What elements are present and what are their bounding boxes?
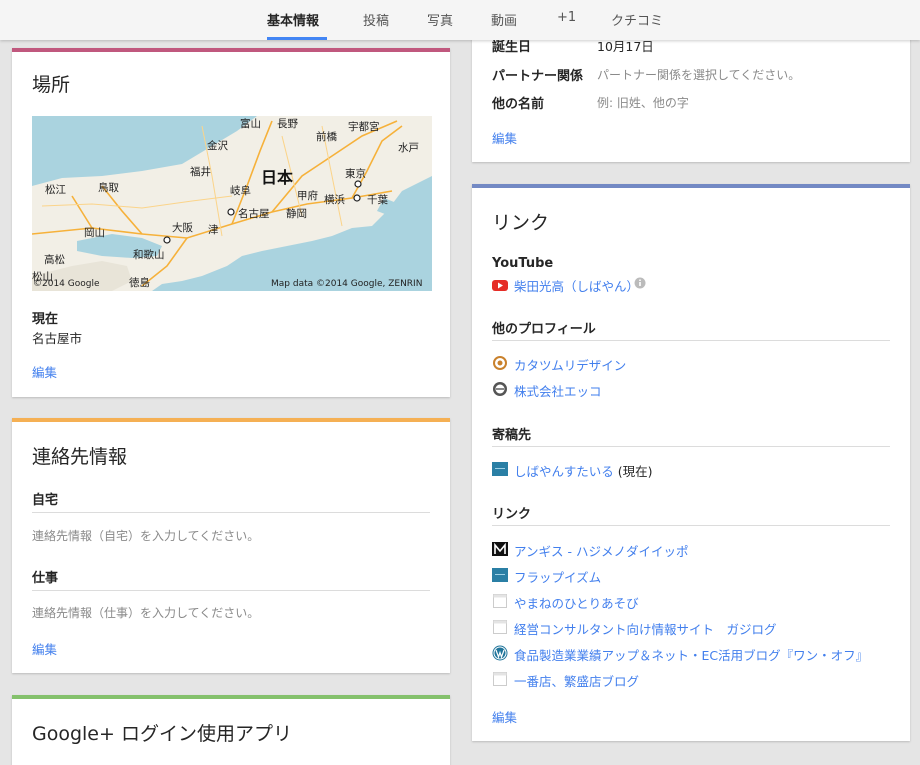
links-edit-link[interactable]: 編集 xyxy=(492,707,517,726)
links-card: リンク YouTube 柴田光高（しばやん） 他のプロフィール カタツムリデザイ… xyxy=(472,184,910,741)
tab-plus-one[interactable]: +1 xyxy=(557,10,576,25)
contributor-link-text[interactable]: しばやんすたいる xyxy=(514,464,614,479)
contact-title: 連絡先情報 xyxy=(32,446,128,468)
map-city: 徳島 xyxy=(129,277,150,289)
map-city: 名古屋 xyxy=(238,208,270,220)
links-title: リンク xyxy=(492,212,550,234)
info-icon[interactable] xyxy=(634,277,650,293)
map-city: 横浜 xyxy=(324,194,345,206)
map-city: 東京 xyxy=(345,168,366,180)
other-profile-link[interactable]: 株式会社エッコ xyxy=(514,381,602,400)
link-item[interactable]: 一番店、繁盛店ブログ xyxy=(514,671,639,690)
apps-card: Google+ ログイン使用アプリ xyxy=(12,695,450,765)
link-item[interactable]: やまねのひとりあそび xyxy=(514,593,639,612)
map-city: 水戸 xyxy=(398,142,419,154)
location-map[interactable]: 富山 長野 前橋 宇都宮 金沢 福井 水戸 東京 松江 鳥取 岐阜 甲府 横浜 … xyxy=(32,116,432,291)
other-profiles-label: 他のプロフィール xyxy=(492,322,596,337)
location-edit-link[interactable]: 編集 xyxy=(32,362,57,381)
contact-edit-link[interactable]: 編集 xyxy=(32,639,57,658)
map-city: 岐阜 xyxy=(230,185,251,197)
map-city: 長野 xyxy=(277,118,298,130)
site-favicon-icon xyxy=(492,568,508,582)
tab-basic-info[interactable]: 基本情報 xyxy=(267,10,319,29)
location-title: 場所 xyxy=(32,74,71,96)
map-city: 岡山 xyxy=(84,227,105,239)
map-city: 和歌山 xyxy=(133,249,165,261)
map-credit-data: Map data ©2014 Google, ZENRIN xyxy=(271,279,423,289)
map-city: 前橋 xyxy=(316,131,337,143)
active-tab-indicator xyxy=(267,37,327,40)
apps-card-bar xyxy=(12,695,450,699)
link-item[interactable]: 食品製造業業績アップ＆ネット・EC活用ブログ『ワン・オフ』 xyxy=(514,645,868,664)
contributor-link[interactable]: しばやんすたいる (現在) xyxy=(514,461,653,480)
current-location-value: 名古屋市 xyxy=(32,331,83,346)
map-city: 津 xyxy=(208,224,219,236)
map-city: 松江 xyxy=(45,184,66,196)
link-item[interactable]: 経営コンサルタント向け情報サイト ガジログ xyxy=(514,619,777,638)
partner-hint: パートナー関係を選択してください。 xyxy=(597,68,801,82)
other-name-label: 他の名前 xyxy=(492,97,545,112)
snail-icon xyxy=(493,356,507,370)
contributor-status: (現在) xyxy=(613,464,653,479)
basic-edit-link[interactable]: 編集 xyxy=(492,128,517,147)
tab-reviews[interactable]: クチコミ xyxy=(611,10,663,29)
map-city: 宇都宮 xyxy=(348,121,380,133)
other-name-hint: 例: 旧姓、他の字 xyxy=(597,96,689,110)
other-profile-link[interactable]: カタツムリデザイン xyxy=(514,355,626,374)
divider xyxy=(492,446,890,447)
apps-title: Google+ ログイン使用アプリ xyxy=(32,723,292,745)
location-card: 場所 富山 長野 前橋 宇都宮 金沢 福井 水戸 東京 松江 鳥取 岐阜 甲府 … xyxy=(12,48,450,397)
home-contact-hint: 連絡先情報（自宅）を入力してください。 xyxy=(32,529,260,543)
angis-favicon-icon xyxy=(492,542,508,556)
page-icon xyxy=(493,620,507,634)
map-city: 千葉 xyxy=(367,194,388,206)
map-city: 富山 xyxy=(240,118,261,130)
ecco-icon xyxy=(493,382,507,396)
map-city: 金沢 xyxy=(207,140,228,152)
wordpress-icon xyxy=(492,645,508,661)
map-city: 高松 xyxy=(44,254,65,266)
map-city: 静岡 xyxy=(286,208,307,220)
contact-card: 連絡先情報 自宅 連絡先情報（自宅）を入力してください。 仕事 連絡先情報（仕事… xyxy=(12,418,450,673)
link-item[interactable]: アンギス - ハジメノダイイッポ xyxy=(514,541,688,560)
site-favicon-icon xyxy=(492,462,508,476)
divider xyxy=(32,590,430,591)
tab-photos[interactable]: 写真 xyxy=(427,10,453,29)
contributor-label: 寄稿先 xyxy=(492,428,532,443)
links-section-label: リンク xyxy=(492,507,532,522)
tab-videos[interactable]: 動画 xyxy=(491,10,517,29)
map-country-label: 日本 xyxy=(261,168,294,187)
home-contact-label: 自宅 xyxy=(32,493,59,508)
page-icon xyxy=(493,594,507,608)
map-city: 甲府 xyxy=(297,190,318,202)
youtube-icon xyxy=(492,280,508,291)
map-city: 大阪 xyxy=(172,222,193,234)
location-card-bar xyxy=(12,48,450,52)
tab-posts[interactable]: 投稿 xyxy=(363,10,389,29)
youtube-channel-link[interactable]: 柴田光高（しばやん） xyxy=(514,276,639,295)
youtube-label: YouTube xyxy=(492,256,554,271)
work-contact-hint: 連絡先情報（仕事）を入力してください。 xyxy=(32,606,260,620)
divider xyxy=(492,525,890,526)
divider xyxy=(32,512,430,513)
link-item[interactable]: フラップイズム xyxy=(514,567,601,586)
map-credit-google: ©2014 Google xyxy=(33,279,100,289)
map-city: 福井 xyxy=(190,166,211,178)
partner-label: パートナー関係 xyxy=(492,69,584,84)
map-city: 鳥取 xyxy=(98,182,119,194)
links-card-bar xyxy=(472,184,910,188)
profile-tabs: 基本情報 投稿 写真 動画 +1 クチコミ xyxy=(0,0,920,40)
page-icon xyxy=(493,672,507,686)
current-location-label: 現在 xyxy=(32,312,59,327)
contact-card-bar xyxy=(12,418,450,422)
basic-info-card: 誕生日 10月17日 パートナー関係 パートナー関係を選択してください。 他の名… xyxy=(472,30,910,162)
work-contact-label: 仕事 xyxy=(32,571,59,586)
divider xyxy=(492,340,890,341)
